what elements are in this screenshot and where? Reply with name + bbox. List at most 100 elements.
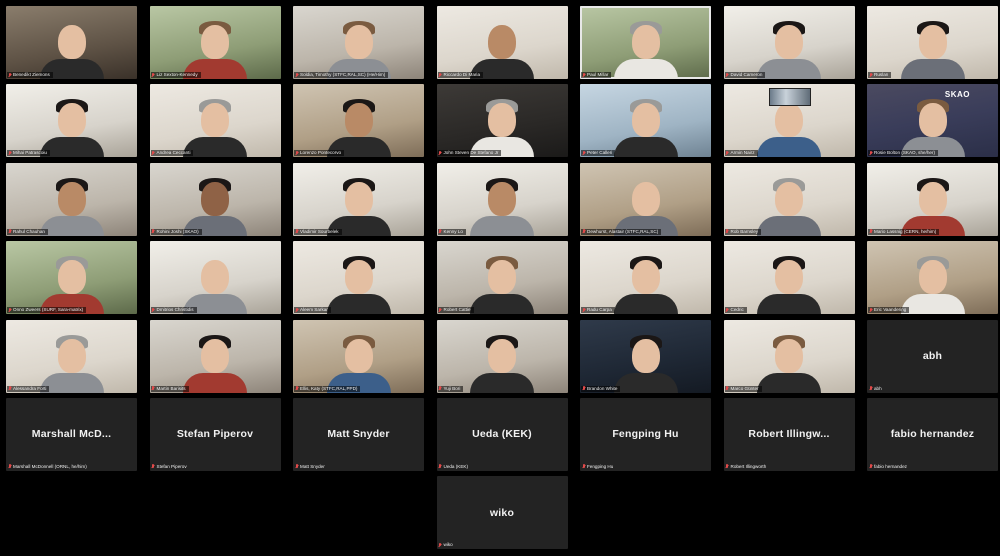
video-head — [918, 103, 947, 138]
participant-tile[interactable]: Riccardo Di Maria — [436, 6, 568, 79]
participant-tile[interactable]: Martin Barisits — [149, 319, 281, 393]
mic-muted-icon — [295, 150, 298, 156]
participant-tile[interactable]: Fengping Hu Fengping Hu — [580, 397, 711, 471]
participant-tile[interactable]: Peter Calleri — [580, 84, 711, 158]
participant-tile[interactable]: Liz Sexton-Kennedy — [149, 6, 281, 79]
video-head — [918, 260, 947, 295]
participant-tile[interactable]: John Steven De Stefano Jr — [436, 84, 568, 158]
video-body — [613, 137, 678, 158]
video-head — [344, 260, 373, 295]
participant-video — [326, 19, 391, 79]
participant-tile[interactable]: David Cameron — [723, 6, 855, 79]
participant-tile[interactable]: Vladimir Sourbelek — [293, 162, 424, 236]
participant-tile[interactable]: Andrea Ceccanti — [149, 84, 281, 158]
participant-tile[interactable]: Radu Carpa — [580, 241, 711, 315]
participant-display-name: Ueda (KEK) — [472, 428, 532, 441]
mic-muted-icon — [295, 464, 298, 469]
participant-tile[interactable]: Dewhurst, Alastair (STFC,RAL,SC) — [580, 162, 711, 236]
mic-muted-icon — [152, 150, 155, 156]
participant-tile[interactable]: Ueda (KEK) Ueda (KEK) — [436, 397, 568, 471]
video-head — [631, 260, 660, 295]
participant-name-label: Stefan Piperov — [151, 464, 190, 470]
participant-name: Mario Lassnig (CERN, he/him) — [874, 228, 937, 234]
video-body — [900, 294, 965, 315]
mic-muted-icon — [582, 464, 585, 469]
participant-name: Radu Carpa — [587, 307, 612, 313]
participant-tile[interactable]: Brandon White — [580, 319, 711, 393]
participant-tile[interactable]: Mihai Patrascoiu — [6, 84, 137, 158]
participant-tile[interactable]: Marco Günter — [723, 319, 855, 393]
participant-tile[interactable]: Marshall McD... Marshall McDonnell (ORNL,… — [6, 397, 137, 471]
participant-tile[interactable]: Stefan Piperov Stefan Piperov — [149, 397, 281, 471]
participant-name: Yuji Bori — [443, 385, 461, 391]
participant-name: fabio hernandez — [874, 463, 907, 469]
video-head — [201, 25, 229, 59]
video-head — [631, 181, 660, 216]
participant-name: Marco Günter — [730, 385, 759, 391]
participant-name-label: John Steven De Stefano Jr — [437, 150, 502, 157]
participant-display-name: fabio hernandez — [890, 428, 975, 441]
participant-tile[interactable]: Robert Cattie — [436, 241, 568, 315]
participant-video — [470, 176, 534, 236]
participant-tile[interactable]: Rob Barnsley — [723, 162, 855, 236]
participant-display-name: Fengping Hu — [612, 428, 679, 441]
mic-muted-icon — [439, 72, 442, 78]
participant-name-label: Dewhurst, Alastair (STFC,RAL,SC) — [581, 228, 662, 235]
participant-tile[interactable]: Ruslan — [867, 6, 998, 79]
participant-tile[interactable]: Aleem Sarkar — [293, 241, 424, 315]
participant-name: Armin Nairz — [730, 150, 755, 156]
participant-tile[interactable]: Cedric — [723, 241, 855, 315]
participant-tile[interactable]: Yuji Bori — [436, 319, 568, 393]
participant-tile[interactable]: Soldia, Timothy (STFC,RAL,SC) (He/Him) — [293, 6, 424, 79]
participant-tile[interactable]: fabio hernandez fabio hernandez — [867, 397, 998, 471]
participant-name: Soldia, Timothy (STFC,RAL,SC) (He/Him) — [300, 72, 386, 77]
participant-tile[interactable]: Rahul Chauhan — [6, 162, 137, 236]
participant-video — [326, 333, 391, 393]
participant-name: Matt Snyder — [300, 463, 325, 469]
mic-muted-icon — [439, 464, 442, 469]
participant-tile[interactable]: wiko wiko — [436, 476, 568, 550]
participant-tile[interactable]: abh abh — [867, 319, 998, 393]
participant-tile[interactable]: Paul Millar — [580, 6, 711, 79]
video-body — [613, 372, 678, 393]
participant-name-label: Andrea Ceccanti — [150, 150, 194, 157]
participant-tile[interactable]: Robert Illingw... Robert Illingworth — [723, 397, 855, 471]
participant-tile[interactable]: Kenny Lo — [436, 162, 568, 236]
participant-video — [613, 19, 678, 79]
mic-muted-icon — [869, 229, 872, 234]
participant-name-label: Ruslan — [868, 72, 892, 78]
participant-name-label: Onno Zweers (SURF, Sara-matrix) — [7, 307, 87, 314]
video-head — [488, 260, 516, 295]
participant-tile[interactable]: Dmitrios Christidis — [149, 241, 281, 315]
participant-video — [613, 176, 678, 236]
participant-tile[interactable]: Matt Snyder Matt Snyder — [293, 397, 424, 471]
video-head — [57, 103, 86, 138]
video-head — [775, 181, 803, 216]
participant-tile[interactable]: SKAO Rosie Bolton (SKAO, she/her) — [867, 84, 998, 158]
mic-muted-icon — [295, 386, 298, 391]
participant-display-name: wiko — [489, 506, 515, 519]
participant-tile[interactable]: Ellis, Katy (STFC,RAL,PPD) — [293, 319, 424, 393]
participant-tile[interactable]: Mario Lassnig (CERN, he/him) — [867, 162, 998, 236]
participant-video — [39, 254, 104, 315]
participant-name-label: Eric Vaandering — [868, 307, 910, 314]
video-body — [757, 372, 821, 393]
participant-video — [900, 19, 965, 79]
participant-video — [39, 176, 104, 236]
participant-tile[interactable]: Benedikt Ziemons — [6, 6, 137, 79]
participant-video — [39, 97, 104, 158]
participant-tile[interactable]: Rohini Joshi (SKAO) — [149, 162, 281, 236]
participant-name: Peter Calleri — [587, 150, 613, 156]
participant-name-label: Dmitrios Christidis — [150, 307, 197, 314]
participant-tile[interactable]: Lorenzo Pontecorvo — [293, 84, 424, 158]
participant-tile[interactable]: Eric Vaandering — [867, 241, 998, 315]
participant-tile[interactable]: Armin Nairz — [723, 84, 855, 158]
mic-muted-icon — [8, 229, 11, 234]
participant-name: Rob Barnsley — [730, 228, 759, 234]
participant-tile[interactable]: Alessandra Forti — [6, 319, 137, 393]
mic-muted-icon — [152, 72, 155, 78]
participant-tile[interactable]: Onno Zweers (SURF, Sara-matrix) — [6, 241, 137, 315]
mic-muted-icon — [582, 229, 585, 234]
participant-name: abh — [874, 385, 882, 391]
mic-muted-icon — [439, 307, 442, 313]
